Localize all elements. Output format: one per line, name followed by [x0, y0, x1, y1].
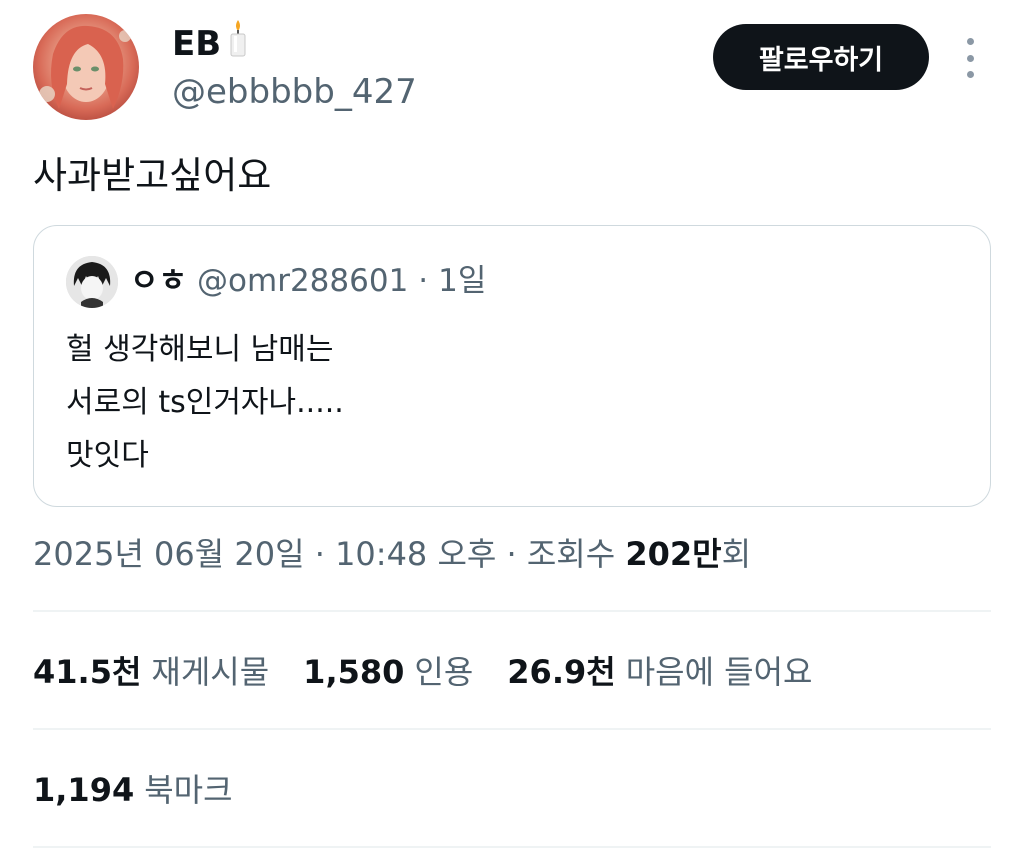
likes-count: 26.9천 — [507, 653, 616, 691]
reposts-label: 재게시물 — [151, 653, 270, 691]
author-avatar[interactable] — [33, 14, 139, 120]
author-name[interactable]: EB — [172, 18, 249, 69]
bookmarks-count: 1,194 — [33, 771, 135, 809]
likes-stat[interactable]: 26.9천 마음에 들어요 — [507, 648, 812, 696]
quotes-count: 1,580 — [303, 653, 405, 691]
quoted-text-line: 맛잇다 — [66, 438, 149, 473]
bookmarks-label: 북마크 — [144, 771, 233, 809]
tweet-time[interactable]: 10:48 오후 — [335, 535, 496, 573]
author-handle[interactable]: @ebbbbb_427 — [172, 70, 417, 114]
quoted-display-name[interactable]: ㅇㅎ — [130, 258, 187, 304]
tweet-meta: 2025년 06월 20일 · 10:48 오후 · 조회수 202만회 — [33, 530, 751, 578]
follow-button[interactable]: 팔로우하기 — [713, 24, 929, 90]
views-prefix: 조회수 — [526, 535, 616, 573]
quoted-time[interactable]: 1일 — [438, 258, 486, 304]
reposts-stat[interactable]: 41.5천 재게시물 — [33, 648, 269, 696]
quoted-author-avatar[interactable] — [66, 256, 118, 308]
quoted-header: ㅇㅎ @omr288601 · 1일 — [130, 258, 486, 304]
divider — [33, 610, 991, 612]
meta-separator: · — [314, 535, 336, 573]
reposts-count: 41.5천 — [33, 653, 142, 691]
divider — [33, 728, 991, 730]
engagement-stats: 41.5천 재게시물 1,580 인용 26.9천 마음에 들어요 — [33, 648, 813, 696]
tweet-text: 사과받고싶어요 — [33, 154, 272, 197]
quoted-handle[interactable]: @omr288601 — [197, 258, 408, 304]
divider — [33, 846, 991, 848]
meta-separator: · — [506, 535, 527, 573]
quotes-label: 인용 — [414, 653, 474, 691]
views-count: 202만 — [625, 535, 722, 573]
quoted-separator: · — [418, 263, 429, 299]
bookmarks-stat[interactable]: 1,194 북마크 — [33, 766, 233, 814]
tweet-date[interactable]: 2025년 06월 20일 — [33, 535, 305, 573]
more-options-icon[interactable] — [958, 38, 982, 78]
quoted-text-line: 헐 생각해보니 남매는 — [66, 332, 334, 367]
author-display-name[interactable]: EB — [172, 22, 221, 66]
candle-icon — [227, 18, 249, 69]
likes-label: 마음에 들어요 — [625, 653, 813, 691]
quoted-text-line: 서로의 ts인거자나..... — [66, 385, 344, 420]
quotes-stat[interactable]: 1,580 인용 — [303, 648, 473, 696]
quoted-text: 헐 생각해보니 남매는 서로의 ts인거자나..... 맛잇다 — [66, 323, 344, 482]
views-suffix: 회 — [721, 535, 752, 573]
